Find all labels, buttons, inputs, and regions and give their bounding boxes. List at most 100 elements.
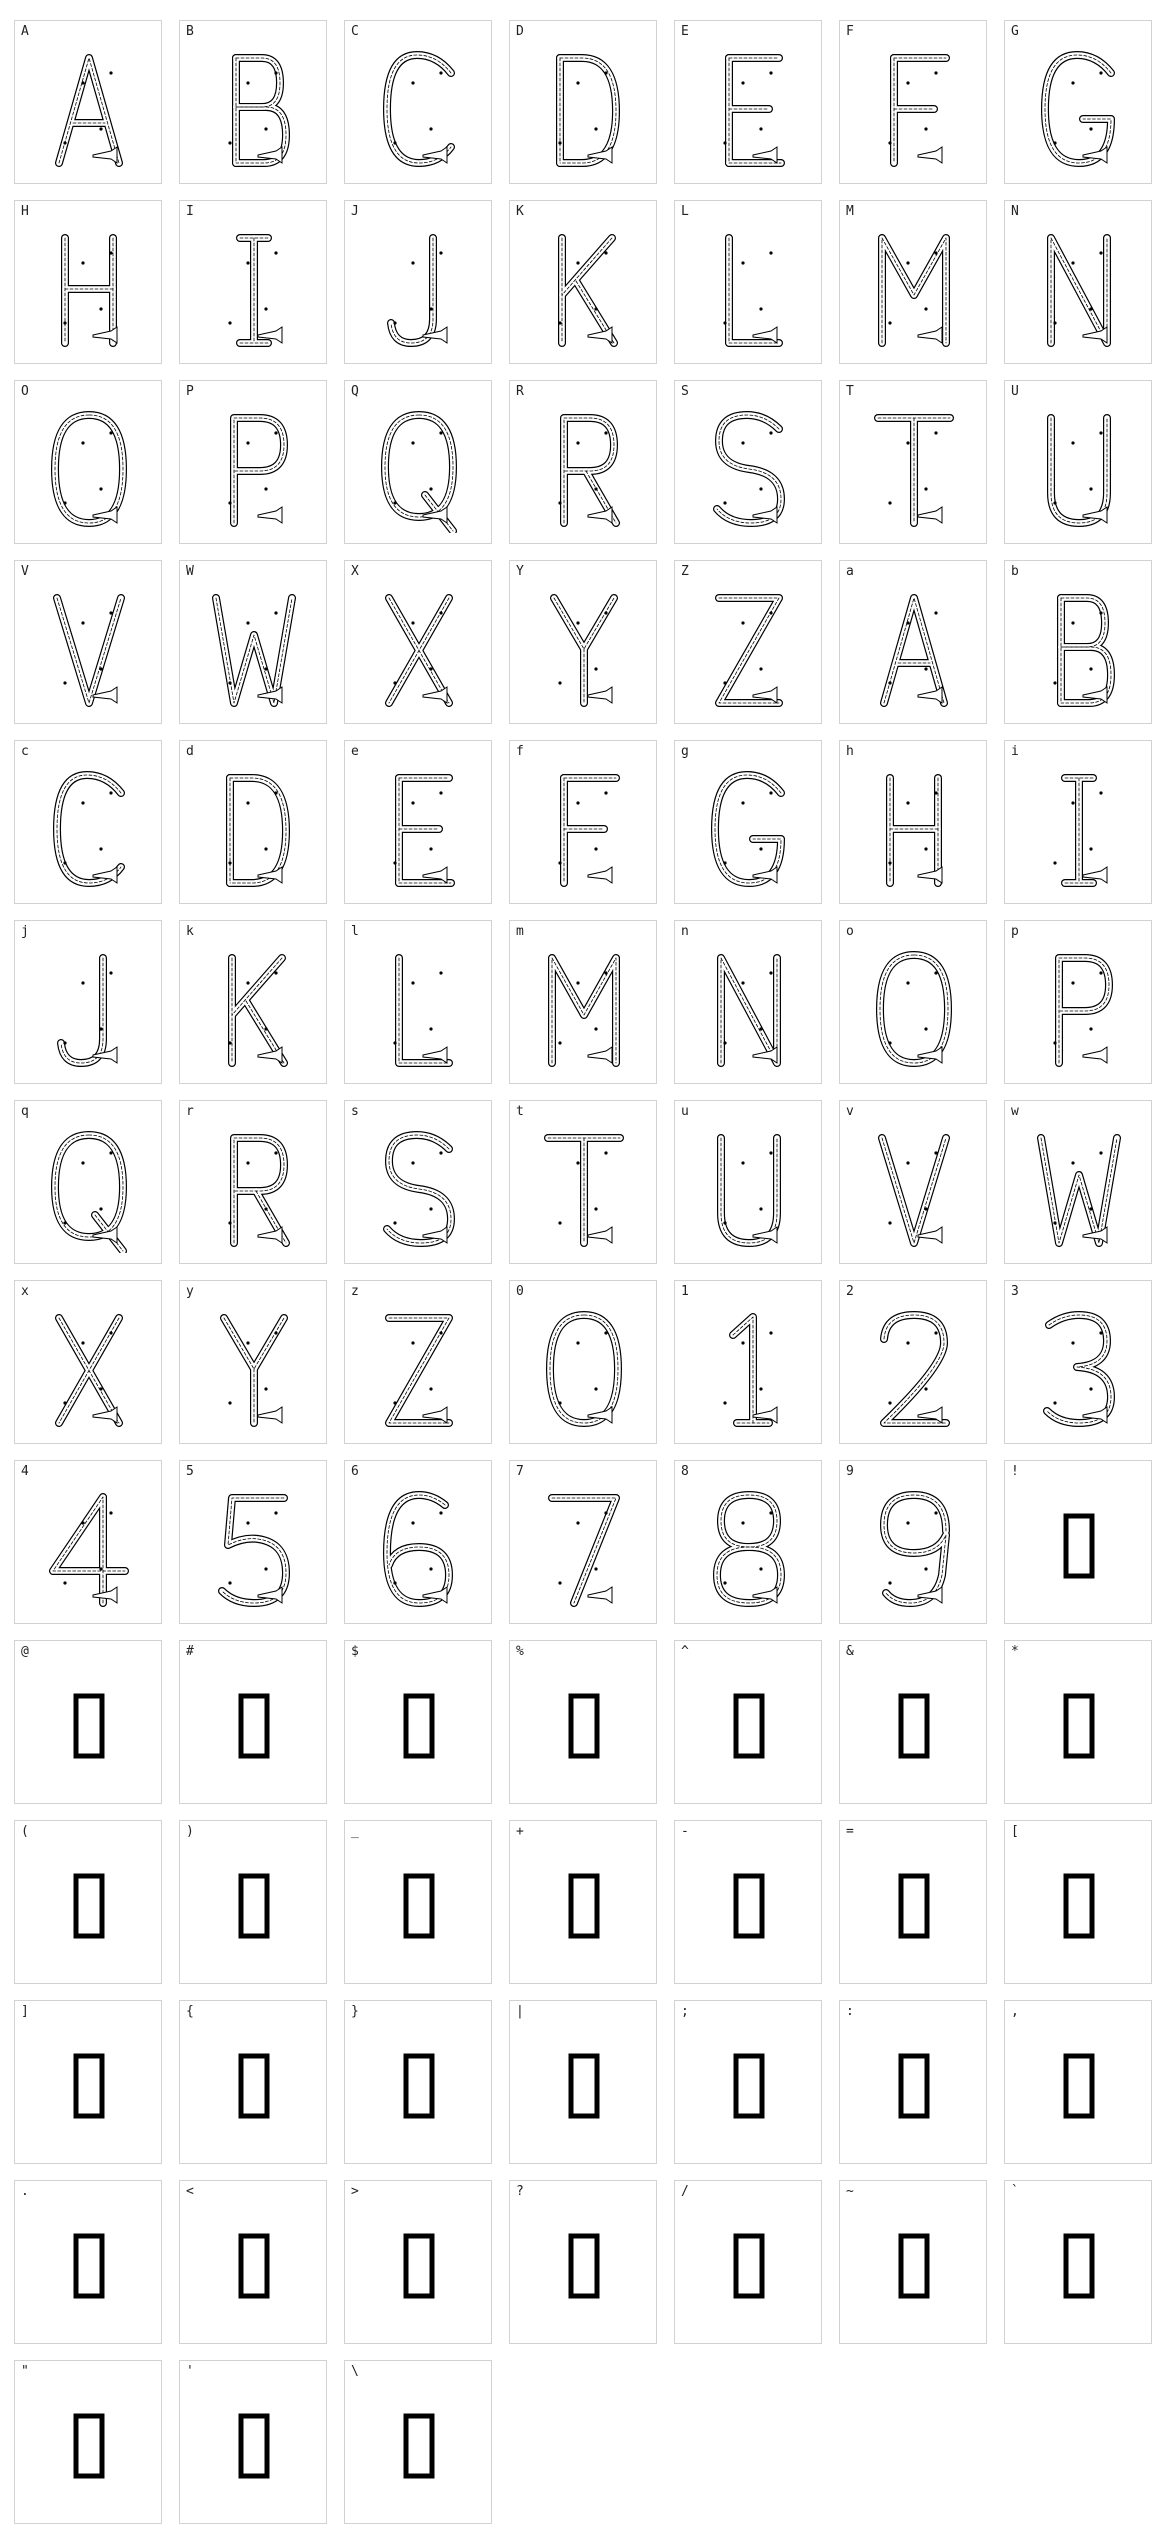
glyph-cell-Q: Q (344, 380, 492, 544)
glyph-label: / (681, 2184, 689, 2199)
glyph-label: W (186, 564, 194, 579)
glyph-label: 6 (351, 1464, 359, 1479)
glyph-cell-7: 7 (509, 1460, 657, 1624)
glyph-cell-u28: ( (14, 1820, 162, 1984)
instrument-glyph-icon (864, 1303, 964, 1433)
instrument-glyph-icon (699, 223, 799, 353)
instrument-glyph-icon (699, 1123, 799, 1253)
glyph-cell-u26: & (839, 1640, 987, 1804)
glyph-label: R (516, 384, 524, 399)
glyph-cell-y: y (179, 1280, 327, 1444)
glyph-label: ] (21, 2004, 29, 2019)
instrument-glyph-icon (864, 403, 964, 533)
missing-glyph-icon (204, 1663, 304, 1793)
glyph-cell-8: 8 (674, 1460, 822, 1624)
instrument-glyph-icon (534, 43, 634, 173)
glyph-label: P (186, 384, 194, 399)
glyph-cell-L: L (674, 200, 822, 364)
glyph-label: : (846, 2004, 854, 2019)
glyph-cell-6: 6 (344, 1460, 492, 1624)
instrument-glyph-icon (699, 1303, 799, 1433)
instrument-glyph-icon (369, 943, 469, 1073)
glyph-label: y (186, 1284, 194, 1299)
glyph-label: w (1011, 1104, 1019, 1119)
instrument-glyph-icon (204, 223, 304, 353)
glyph-cell-u5b: [ (1004, 1820, 1152, 1984)
glyph-cell-n: n (674, 920, 822, 1084)
glyph-cell-b: b (1004, 560, 1152, 724)
glyph-cell-a: a (839, 560, 987, 724)
instrument-glyph-icon (204, 1303, 304, 1433)
glyph-cell-u2d: - (674, 1820, 822, 1984)
glyph-cell-0: 0 (509, 1280, 657, 1444)
instrument-glyph-icon (864, 43, 964, 173)
glyph-label: & (846, 1644, 854, 1659)
glyph-cell-u2a: * (1004, 1640, 1152, 1804)
glyph-label: V (21, 564, 29, 579)
glyph-cell-j: j (14, 920, 162, 1084)
glyph-cell-B: B (179, 20, 327, 184)
glyph-label: n (681, 924, 689, 939)
glyph-cell-H: H (14, 200, 162, 364)
glyph-label: } (351, 2004, 359, 2019)
glyph-cell-A: A (14, 20, 162, 184)
glyph-label: < (186, 2184, 194, 2199)
glyph-label: q (21, 1104, 29, 1119)
glyph-cell-K: K (509, 200, 657, 364)
glyph-label: Q (351, 384, 359, 399)
instrument-glyph-icon (39, 1483, 139, 1613)
instrument-glyph-icon (204, 43, 304, 173)
glyph-cell-3: 3 (1004, 1280, 1152, 1444)
glyph-cell-X: X (344, 560, 492, 724)
glyph-cell-c: c (14, 740, 162, 904)
glyph-label: N (1011, 204, 1019, 219)
missing-glyph-icon (1029, 1843, 1129, 1973)
glyph-cell-g: g (674, 740, 822, 904)
glyph-label: T (846, 384, 854, 399)
glyph-cell-u3d: = (839, 1820, 987, 1984)
instrument-glyph-icon (369, 1483, 469, 1613)
instrument-glyph-icon (39, 223, 139, 353)
glyph-cell-t: t (509, 1100, 657, 1264)
glyph-label: t (516, 1104, 524, 1119)
instrument-glyph-icon (534, 403, 634, 533)
instrument-glyph-icon (1029, 1303, 1129, 1433)
missing-glyph-icon (39, 1663, 139, 1793)
missing-glyph-icon (204, 2383, 304, 2513)
missing-glyph-icon (534, 2023, 634, 2153)
glyph-cell-u7c: | (509, 2000, 657, 2164)
glyph-cell-O: O (14, 380, 162, 544)
glyph-cell-q: q (14, 1100, 162, 1264)
glyph-label: v (846, 1104, 854, 1119)
glyph-cell-u3e: > (344, 2180, 492, 2344)
glyph-label: i (1011, 744, 1019, 759)
instrument-glyph-icon (39, 583, 139, 713)
glyph-label: Y (516, 564, 524, 579)
glyph-label: 2 (846, 1284, 854, 1299)
missing-glyph-icon (39, 2383, 139, 2513)
glyph-label: B (186, 24, 194, 39)
glyph-cell-s: s (344, 1100, 492, 1264)
instrument-glyph-icon (369, 1303, 469, 1433)
glyph-cell-5: 5 (179, 1460, 327, 1624)
glyph-cell-Y: Y (509, 560, 657, 724)
missing-glyph-icon (864, 2203, 964, 2333)
glyph-label: D (516, 24, 524, 39)
glyph-label: z (351, 1284, 359, 1299)
glyph-cell-u3f: ? (509, 2180, 657, 2344)
glyph-label: \ (351, 2364, 359, 2379)
instrument-glyph-icon (699, 763, 799, 893)
missing-glyph-icon (699, 2203, 799, 2333)
glyph-cell-u7e: ~ (839, 2180, 987, 2344)
instrument-glyph-icon (204, 763, 304, 893)
instrument-glyph-icon (534, 583, 634, 713)
glyph-cell-u5f: _ (344, 1820, 492, 1984)
glyph-label: o (846, 924, 854, 939)
glyph-cell-u2b: + (509, 1820, 657, 1984)
instrument-glyph-icon (1029, 943, 1129, 1073)
glyph-cell-P: P (179, 380, 327, 544)
glyph-label: [ (1011, 1824, 1019, 1839)
glyph-cell-N: N (1004, 200, 1152, 364)
glyph-cell-h: h (839, 740, 987, 904)
instrument-glyph-icon (39, 1123, 139, 1253)
